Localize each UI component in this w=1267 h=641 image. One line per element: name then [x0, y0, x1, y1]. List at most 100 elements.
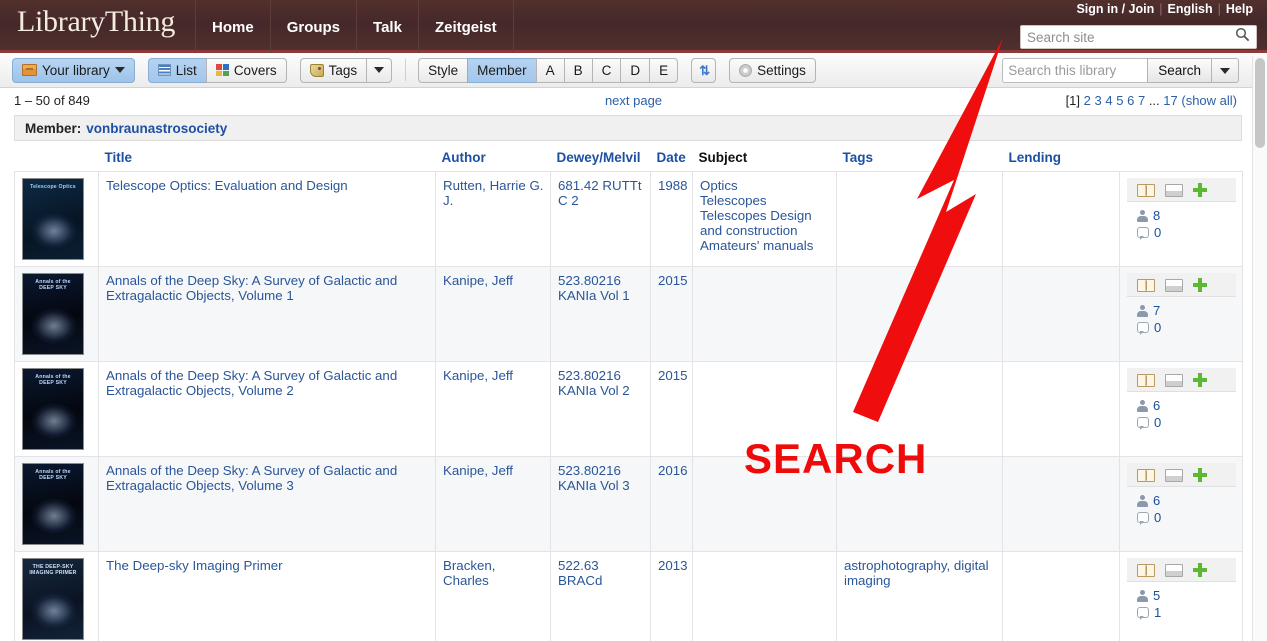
site-search-input[interactable] — [1021, 29, 1232, 45]
comment-count: 0 — [1137, 225, 1228, 240]
nav-item-home[interactable]: Home — [195, 0, 271, 53]
col-header-lending[interactable]: Lending — [1003, 150, 1120, 172]
page-scrollbar[interactable] — [1252, 56, 1267, 641]
page-link-3[interactable]: 3 — [1095, 93, 1102, 108]
book-icon[interactable] — [1137, 278, 1155, 292]
subject-link[interactable]: Amateurs' manuals — [700, 238, 830, 253]
col-header-author[interactable]: Author — [436, 150, 551, 172]
language-link[interactable]: English — [1164, 2, 1217, 16]
book-title-link[interactable]: Annals of the Deep Sky: A Survey of Gala… — [106, 273, 397, 303]
book-icon[interactable] — [1137, 373, 1155, 387]
member-name-link[interactable]: vonbraunastrosociety — [86, 121, 227, 136]
col-header-tags[interactable]: Tags — [837, 150, 1003, 172]
page-link-2[interactable]: 2 — [1084, 93, 1091, 108]
book-dewey-link[interactable]: 523.80216 KANIa Vol 3 — [558, 463, 630, 493]
library-search-dropdown-button[interactable] — [1211, 58, 1239, 83]
book-icon[interactable] — [1137, 468, 1155, 482]
book-cover-thumbnail[interactable]: Annals of the DEEP SKY — [22, 463, 84, 545]
add-icon[interactable] — [1193, 468, 1207, 482]
col-header-dewey[interactable]: Dewey/Melvil — [551, 150, 651, 172]
tags-dropdown-button[interactable] — [366, 57, 393, 83]
book-author-link[interactable]: Kanipe, Jeff — [443, 368, 513, 383]
book-author-link[interactable]: Bracken, Charles — [443, 558, 495, 588]
member-count-value: 7 — [1153, 303, 1161, 318]
book-title-link[interactable]: Annals of the Deep Sky: A Survey of Gala… — [106, 368, 397, 398]
subject-link[interactable]: Telescopes — [700, 193, 830, 208]
subject-link[interactable]: Telescopes Design and construction — [700, 208, 830, 238]
library-search-input[interactable] — [1003, 59, 1148, 82]
nav-item-groups[interactable]: Groups — [271, 0, 358, 53]
nav-item-zeitgeist[interactable]: Zeitgeist — [419, 0, 514, 53]
view-covers-button[interactable]: Covers — [205, 57, 287, 83]
sort-button[interactable]: ⇅ — [691, 57, 717, 83]
chevron-down-icon-search — [1220, 67, 1230, 74]
page-link-7[interactable]: 7 — [1138, 93, 1145, 108]
scrollbar-thumb[interactable] — [1255, 58, 1265, 148]
review-icon[interactable] — [1165, 278, 1183, 292]
book-cover-thumbnail[interactable]: Annals of the DEEP SKY — [22, 273, 84, 355]
show-all-link[interactable]: (show all) — [1181, 93, 1237, 108]
review-icon[interactable] — [1165, 468, 1183, 482]
site-search-box[interactable] — [1020, 25, 1257, 49]
subject-link[interactable]: Optics — [700, 178, 830, 193]
book-dewey-link[interactable]: 522.63 BRACd — [558, 558, 602, 588]
view-list-button[interactable]: List — [147, 57, 206, 83]
book-dewey-link[interactable]: 523.80216 KANIa Vol 1 — [558, 273, 630, 303]
col-header-title[interactable]: Title — [99, 150, 436, 172]
add-icon[interactable] — [1193, 563, 1207, 577]
tags-button[interactable]: Tags — [299, 57, 367, 83]
style-button[interactable]: Style — [418, 57, 468, 83]
review-icon[interactable] — [1165, 183, 1183, 197]
member-count: 7 — [1137, 303, 1228, 318]
book-dewey-link[interactable]: 523.80216 KANIa Vol 2 — [558, 368, 630, 398]
book-cover-thumbnail[interactable]: Annals of the DEEP SKY — [22, 368, 84, 450]
library-search-field[interactable] — [1002, 58, 1148, 83]
add-icon[interactable] — [1193, 183, 1207, 197]
book-title-link[interactable]: Telescope Optics: Evaluation and Design — [106, 178, 348, 193]
library-search-button[interactable]: Search — [1147, 58, 1211, 83]
cell-actions: 6 0 — [1119, 456, 1243, 552]
book-author-link[interactable]: Kanipe, Jeff — [443, 273, 513, 288]
book-tag-link[interactable]: astrophotography, digital imaging — [844, 558, 989, 588]
col-header-date[interactable]: Date — [651, 150, 693, 172]
comment-count: 1 — [1137, 605, 1228, 620]
book-table-body: Telescope Optics Telescope Optics: Evalu… — [14, 171, 1243, 641]
sign-in-join-link[interactable]: Sign in / Join — [1072, 2, 1158, 16]
add-icon[interactable] — [1193, 373, 1207, 387]
table-row: Annals of the DEEP SKY Annals of the Dee… — [14, 361, 1243, 457]
style-b-button[interactable]: B — [563, 57, 592, 83]
your-library-button[interactable]: Your library — [12, 57, 135, 83]
cell-cover: Annals of the DEEP SKY — [14, 266, 99, 362]
style-d-button[interactable]: D — [620, 57, 650, 83]
col-header-subject[interactable]: Subject — [693, 150, 837, 172]
add-icon[interactable] — [1193, 278, 1207, 292]
book-author-link[interactable]: Kanipe, Jeff — [443, 463, 513, 478]
book-dewey-link[interactable]: 681.42 RUTTt C 2 — [558, 178, 642, 208]
style-e-button[interactable]: E — [649, 57, 679, 83]
review-icon[interactable] — [1165, 373, 1183, 387]
nav-item-talk[interactable]: Talk — [357, 0, 419, 53]
page-link-last[interactable]: 17 — [1163, 93, 1177, 108]
style-a-button[interactable]: A — [535, 57, 564, 83]
site-logo[interactable]: LibraryThing — [17, 5, 175, 39]
book-cover-thumbnail[interactable]: Telescope Optics — [22, 178, 84, 260]
comment-bubble-icon — [1137, 512, 1149, 525]
style-c-button[interactable]: C — [591, 57, 621, 83]
settings-button[interactable]: Settings — [729, 57, 816, 83]
page-link-6[interactable]: 6 — [1127, 93, 1134, 108]
library-toolbar: Your library List Covers Tags Style Memb… — [0, 53, 1267, 88]
style-member-button[interactable]: Member — [467, 57, 536, 83]
help-link[interactable]: Help — [1222, 2, 1257, 16]
book-title-link[interactable]: The Deep-sky Imaging Primer — [106, 558, 283, 573]
review-icon[interactable] — [1165, 563, 1183, 577]
book-title-link[interactable]: Annals of the Deep Sky: A Survey of Gala… — [106, 463, 397, 493]
comment-count-value: 0 — [1154, 320, 1162, 335]
book-author-link[interactable]: Rutten, Harrie G. J. — [443, 178, 544, 208]
book-icon[interactable] — [1137, 563, 1155, 577]
search-icon[interactable] — [1232, 27, 1256, 47]
page-link-4[interactable]: 4 — [1105, 93, 1112, 108]
book-icon[interactable] — [1137, 183, 1155, 197]
page-link-5[interactable]: 5 — [1116, 93, 1123, 108]
table-row: Telescope Optics Telescope Optics: Evalu… — [14, 171, 1243, 267]
book-cover-thumbnail[interactable]: THE DEEP-SKY IMAGING PRIMER — [22, 558, 84, 640]
